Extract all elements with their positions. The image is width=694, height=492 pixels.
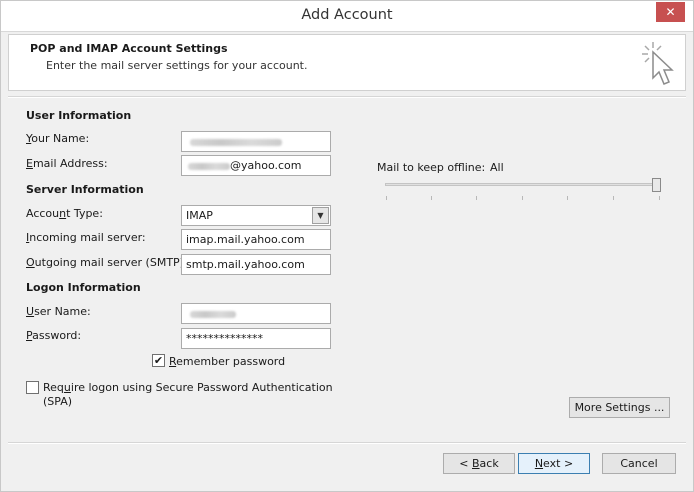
slider-tick [613,196,614,200]
remember-password-checkbox[interactable]: ✔ [152,354,165,367]
mail-offline-label: Mail to keep offline: [377,161,486,174]
close-button[interactable]: ✕ [656,2,685,22]
redacted-username [190,310,236,318]
outgoing-server-field[interactable]: smtp.mail.yahoo.com [181,254,331,275]
account-type-value: IMAP [186,209,213,222]
mail-offline-value: All [490,161,504,174]
remember-password-label[interactable]: Remember password [169,355,285,368]
spa-label[interactable]: Require logon using Secure Password Auth… [43,381,333,409]
server-info-heading: Server Information [26,183,144,196]
user-name-label: User Name: [26,305,91,318]
slider-tick [659,196,660,200]
redacted-email-user [188,162,230,170]
email-domain-text: @yahoo.com [230,159,302,172]
your-name-field[interactable] [181,131,331,152]
more-settings-button[interactable]: More Settings ... [569,397,670,418]
incoming-server-field[interactable]: imap.mail.yahoo.com [181,229,331,250]
logon-info-heading: Logon Information [26,281,141,294]
password-label: Password: [26,329,82,342]
user-name-field[interactable] [181,303,331,324]
redacted-name [190,138,282,146]
outgoing-server-label: Outgoing mail server (SMTP): [26,256,188,269]
spa-checkbox[interactable] [26,381,39,394]
slider-tick [431,196,432,200]
page-subtitle: Enter the mail server settings for your … [46,59,308,72]
header-separator [8,96,686,98]
wizard-header: POP and IMAP Account Settings Enter the … [8,34,686,91]
slider-thumb[interactable] [652,178,661,192]
add-account-dialog: Add Account ✕ POP and IMAP Account Setti… [0,0,694,492]
incoming-server-label: Incoming mail server: [26,231,146,244]
page-title: POP and IMAP Account Settings [30,42,228,55]
title-bar: Add Account ✕ [1,1,693,32]
email-address-field[interactable]: @yahoo.com [181,155,331,176]
wizard-cursor-icon [642,42,674,85]
cancel-button[interactable]: Cancel [602,453,676,474]
your-name-label: Your Name: [26,132,90,145]
slider-tick [476,196,477,200]
account-type-label: Account Type: [26,207,103,220]
next-button[interactable]: Next > [518,453,590,474]
user-info-heading: User Information [26,109,132,122]
slider-tick [522,196,523,200]
footer-separator [8,442,686,444]
account-type-select[interactable]: IMAP ▼ [181,205,331,226]
password-field[interactable]: ************** [181,328,331,349]
email-address-label: Email Address: [26,157,108,170]
window-title: Add Account [301,7,393,23]
slider-tick [567,196,568,200]
back-button[interactable]: < Back [443,453,515,474]
slider-track [385,183,661,186]
chevron-down-icon[interactable]: ▼ [312,207,329,224]
mail-offline-slider[interactable] [383,177,665,203]
slider-tick [386,196,387,200]
